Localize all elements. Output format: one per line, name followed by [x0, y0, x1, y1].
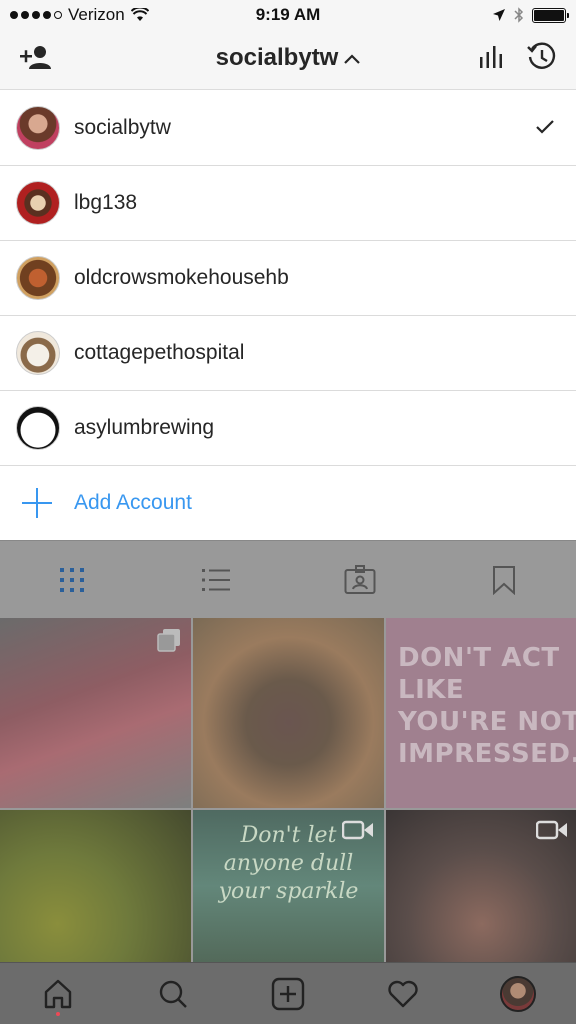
carrier-area: Verizon [10, 5, 210, 25]
post-thumbnail[interactable] [0, 810, 191, 962]
video-camera-icon [536, 820, 567, 840]
dimmed-profile-overlay[interactable]: DON'T ACT LIKE YOU'RE NOT IMPRESSED. Don… [0, 540, 576, 962]
history-icon [527, 42, 556, 69]
avatar [16, 331, 60, 375]
chevron-up-icon [344, 54, 361, 64]
saved-tab[interactable] [484, 560, 524, 600]
header-actions [478, 41, 558, 78]
avatar [16, 256, 60, 300]
account-name: lbg138 [74, 191, 138, 214]
nav-search[interactable] [149, 970, 197, 1018]
plus-icon [22, 488, 52, 518]
post-thumbnail[interactable]: Don't let anyone dull your sparkle [193, 810, 384, 962]
add-account-button[interactable]: Add Account [0, 466, 576, 540]
list-icon [202, 568, 230, 591]
profile-tabs [0, 540, 576, 618]
home-icon [44, 979, 71, 1008]
quote-text: DON'T ACT LIKE YOU'RE NOT IMPRESSED. [398, 643, 576, 769]
video-camera-icon [342, 820, 373, 840]
bottom-nav [0, 962, 576, 1024]
insights-button[interactable] [478, 44, 504, 75]
list-view-tab[interactable] [196, 560, 236, 600]
nav-home[interactable] [34, 970, 82, 1018]
account-switcher-title[interactable]: socialbytw [216, 44, 361, 71]
account-row-lbg138[interactable]: lbg138 [0, 166, 576, 241]
status-bar: Verizon 9:19 AM [0, 0, 576, 30]
add-account-label: Add Account [74, 491, 192, 514]
nav-profile[interactable] [494, 970, 542, 1018]
post-grid: DON'T ACT LIKE YOU'RE NOT IMPRESSED. Don… [0, 618, 576, 962]
avatar [16, 106, 60, 150]
location-arrow-icon [493, 9, 505, 21]
search-icon [159, 980, 187, 1008]
account-row-oldcrowsmokehousehb[interactable]: oldcrowsmokehousehb [0, 241, 576, 316]
notification-dot [55, 1011, 60, 1016]
account-name: socialbytw [74, 116, 171, 139]
tagged-icon [344, 564, 376, 594]
tagged-tab[interactable] [340, 560, 380, 600]
account-row-socialbytw[interactable]: socialbytw [0, 91, 576, 166]
battery-icon [532, 7, 569, 23]
post-thumbnail[interactable] [386, 810, 576, 962]
post-thumbnail[interactable] [0, 618, 191, 808]
avatar [16, 406, 60, 450]
add-person-icon [20, 46, 51, 69]
checkmark-icon [530, 115, 560, 141]
archive-button[interactable] [526, 41, 558, 78]
avatar [16, 181, 60, 225]
nav-activity[interactable] [379, 970, 427, 1018]
bookmark-icon [493, 565, 515, 595]
heart-icon [388, 980, 418, 1007]
new-post-icon [271, 977, 305, 1010]
clock: 9:19 AM [255, 5, 321, 24]
account-list: socialbytw lbg138 oldcrowsmokehousehb co… [0, 91, 576, 540]
account-name: oldcrowsmokehousehb [74, 266, 289, 289]
add-person-button[interactable] [18, 43, 54, 76]
signal-dots-icon [10, 11, 62, 19]
account-switcher-header: socialbytw [0, 30, 576, 90]
bluetooth-icon [514, 7, 524, 23]
account-row-cottagepethospital[interactable]: cottagepethospital [0, 316, 576, 391]
nav-new-post[interactable] [264, 970, 312, 1018]
bar-chart-icon [480, 46, 502, 68]
account-name: asylumbrewing [74, 416, 215, 439]
grid-view-tab[interactable] [52, 560, 92, 600]
multi-photo-icon [157, 629, 180, 652]
grid-icon [60, 567, 84, 592]
carrier-name: Verizon [68, 5, 125, 24]
header-username: socialbytw [215, 44, 339, 71]
status-icons [366, 7, 569, 23]
profile-avatar [500, 975, 537, 1012]
post-thumbnail[interactable] [193, 618, 384, 808]
account-name: cottagepethospital [74, 341, 245, 364]
post-thumbnail[interactable]: DON'T ACT LIKE YOU'RE NOT IMPRESSED. [386, 618, 576, 808]
account-row-asylumbrewing[interactable]: asylumbrewing [0, 391, 576, 466]
wifi-icon [130, 8, 149, 21]
